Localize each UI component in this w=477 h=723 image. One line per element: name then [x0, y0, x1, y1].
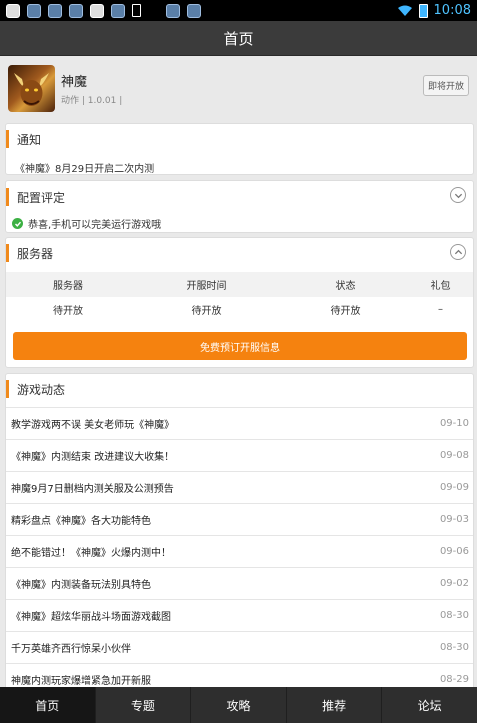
column-header: 礼包 — [430, 281, 451, 292]
list-item[interactable]: 千万英雄齐西行惊呆小伙伴 08-30 — [6, 631, 473, 663]
news-item-title: 神魔内测玩家爆增紧急加开新服 — [11, 676, 151, 687]
list-item[interactable]: 绝不能错过！《神魔》火爆内测中！ 09-06 — [6, 535, 473, 567]
table-cell: 待开放 — [330, 306, 361, 317]
nav-tab-guides[interactable]: 攻略 — [191, 687, 287, 723]
column-header: 服务器 — [53, 281, 83, 292]
config-result-text: 恭喜,手机可以完美运行游戏哦 — [28, 220, 162, 231]
config-card: 配置评定 恭喜,手机可以完美运行游戏哦 — [5, 180, 474, 233]
news-item-date: 08-30 — [439, 610, 469, 621]
nav-tab-home[interactable]: 首页 — [0, 687, 96, 723]
status-bar: 10:08 — [0, 0, 477, 21]
table-row: 待开放 待开放 待开放 – — [6, 297, 473, 322]
list-item[interactable]: 《神魔》内测结束 改进建议大收集！ 09-08 — [6, 439, 473, 471]
news-card: 游戏动态 教学游戏两不误 美女老师玩《神魔》 09-10 《神魔》内测结束 改进建… — [5, 373, 474, 691]
app-icon[interactable] — [8, 65, 55, 112]
news-title: 游戏动态 — [6, 380, 65, 398]
notice-text[interactable]: 《神魔》8月29日开启二次内测 — [15, 160, 154, 175]
notification-icon — [6, 3, 20, 18]
nav-tab-topics[interactable]: 专题 — [96, 687, 192, 723]
news-item-date: 09-10 — [439, 418, 469, 429]
config-title: 配置评定 — [6, 188, 65, 206]
news-list: 教学游戏两不误 美女老师玩《神魔》 09-10 《神魔》内测结束 改进建议大收集！… — [6, 407, 473, 695]
notification-icons — [6, 3, 201, 18]
list-item[interactable]: 《神魔》内测装备玩法别具特色 09-02 — [6, 567, 473, 599]
battery-icon — [418, 3, 428, 18]
bottom-nav: 首页 专题 攻略 推荐 论坛 — [0, 687, 477, 723]
news-item-title: 教学游戏两不误 美女老师玩《神魔》 — [11, 420, 175, 431]
news-item-title: 《神魔》内测结束 改进建议大收集！ — [11, 452, 175, 463]
app-header: 神魔 动作 | 1.0.01 | 即将开放 — [0, 56, 477, 120]
table-cell: 待开放 — [191, 306, 222, 317]
check-icon — [12, 218, 23, 229]
notice-title: 通知 — [6, 130, 41, 148]
chevron-down-icon[interactable] — [450, 187, 466, 203]
demon-portrait-icon — [14, 73, 49, 106]
list-item[interactable]: 《神魔》超炫华丽战斗场面游戏截图 08-30 — [6, 599, 473, 631]
news-item-date: 09-03 — [439, 514, 469, 525]
table-cell: – — [438, 304, 443, 315]
notification-icon — [27, 3, 41, 18]
list-item[interactable]: 精彩盘点《神魔》各大功能特色 09-03 — [6, 503, 473, 535]
notification-icon — [187, 3, 201, 18]
download-icon — [132, 4, 141, 17]
news-item-date: 09-06 — [439, 546, 469, 557]
notification-icon — [166, 3, 180, 18]
news-item-title: 精彩盘点《神魔》各大功能特色 — [11, 516, 151, 527]
server-card: 服务器 服务器 开服时间 状态 礼包 待开放 待开放 待开放 – 免费预订开服信… — [5, 237, 474, 368]
reserve-server-info-button[interactable]: 免费预订开服信息 — [13, 332, 467, 360]
notification-icon — [90, 3, 104, 18]
column-header: 开服时间 — [186, 281, 227, 292]
news-item-date: 08-30 — [439, 642, 469, 653]
wifi-icon — [397, 5, 412, 16]
news-item-title: 绝不能错过！《神魔》火爆内测中！ — [11, 548, 171, 559]
news-item-title: 千万英雄齐西行惊呆小伙伴 — [11, 644, 131, 655]
list-item[interactable]: 神魔9月7日删档内测关服及公测预告 09-09 — [6, 471, 473, 503]
news-item-title: 《神魔》内测装备玩法别具特色 — [11, 580, 151, 591]
server-title: 服务器 — [6, 244, 53, 262]
status-time: 10:08 — [433, 3, 471, 18]
news-item-date: 09-02 — [439, 578, 469, 589]
news-item-title: 神魔9月7日删档内测关服及公测预告 — [11, 484, 174, 495]
nav-tab-forum[interactable]: 论坛 — [382, 687, 477, 723]
config-result: 恭喜,手机可以完美运行游戏哦 — [12, 216, 161, 231]
title-bar: 首页 — [0, 21, 477, 56]
list-item[interactable]: 教学游戏两不误 美女老师玩《神魔》 09-10 — [6, 407, 473, 439]
news-item-title: 《神魔》超炫华丽战斗场面游戏截图 — [11, 612, 171, 623]
news-item-date: 08-29 — [439, 674, 469, 685]
server-table-header: 服务器 开服时间 状态 礼包 — [6, 272, 473, 297]
page-title: 首页 — [223, 29, 254, 48]
coming-soon-button[interactable]: 即将开放 — [423, 75, 469, 96]
column-header: 状态 — [335, 281, 356, 292]
server-table: 服务器 开服时间 状态 礼包 待开放 待开放 待开放 – — [6, 272, 473, 322]
notification-icon — [111, 3, 125, 18]
nav-tab-recommend[interactable]: 推荐 — [287, 687, 383, 723]
app-name: 神魔 — [61, 75, 88, 90]
notification-icon — [48, 3, 62, 18]
chevron-up-icon[interactable] — [450, 244, 466, 260]
app-meta: 动作 | 1.0.01 | — [61, 96, 123, 106]
notice-card: 通知 《神魔》8月29日开启二次内测 — [5, 123, 474, 175]
news-item-date: 09-09 — [439, 482, 469, 493]
news-item-date: 09-08 — [439, 450, 469, 461]
table-cell: 待开放 — [53, 306, 83, 317]
notification-icon — [69, 3, 83, 18]
